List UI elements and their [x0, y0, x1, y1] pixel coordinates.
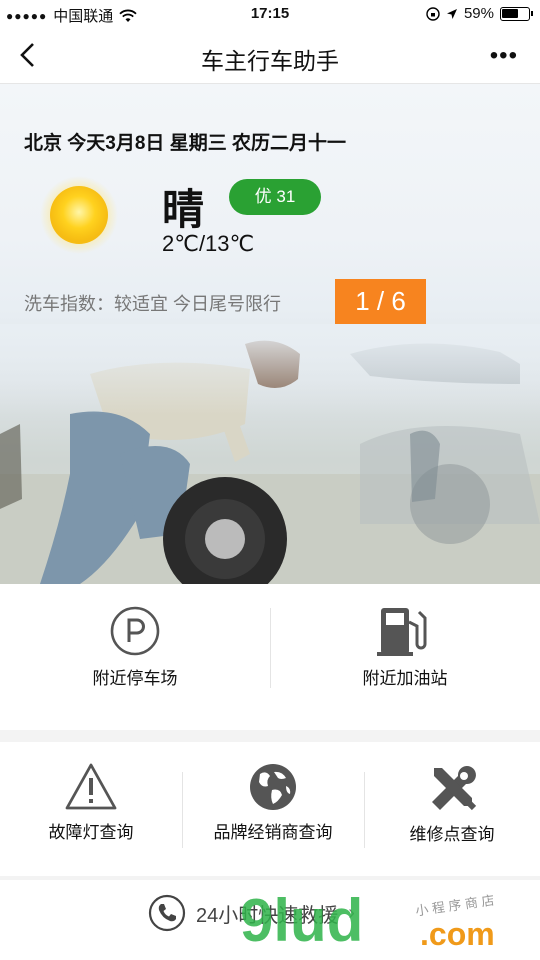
status-bar: ●●●●● 中国联通 17:15 59%	[0, 0, 540, 30]
phone-icon	[148, 894, 186, 932]
man-changing-tire-photo	[0, 324, 540, 584]
rotation-lock-icon	[426, 6, 440, 21]
system-indicators: 59%	[426, 5, 533, 22]
weather-banner: 北京 今天3月8日 星期三 农历二月十一 晴 优 31 2℃/13℃ 洗车指数：…	[0, 84, 540, 584]
weather-condition: 晴	[162, 186, 205, 233]
globe-icon	[250, 764, 296, 810]
repair-shop-lookup-button[interactable]: 维修点查询	[364, 762, 540, 845]
section-separator	[0, 730, 540, 742]
watermark-domain: .com	[420, 916, 495, 952]
page-title: 车主行车助手	[201, 48, 339, 74]
nearby-gas-station-button[interactable]: 附近加油站	[270, 604, 540, 689]
services-row-secondary: 故障灯查询 品牌经销商查询 维修点查询	[0, 742, 540, 876]
nearby-gas-station-label: 附近加油站	[362, 669, 448, 688]
fault-light-label: 故障灯查询	[48, 823, 134, 842]
battery-icon	[500, 6, 533, 21]
nearby-parking-label: 附近停车场	[92, 669, 178, 688]
navigation-bar: 车主行车助手 •••	[0, 30, 540, 84]
dealer-lookup-button[interactable]: 品牌经销商查询	[182, 762, 364, 843]
services-row-primary: 附近停车场 附近加油站	[0, 584, 540, 730]
date-line: 北京 今天3月8日 星期三 农历二月十一	[24, 133, 346, 154]
temperature-range: 2℃/13℃	[162, 231, 255, 256]
air-quality-badge: 优 31	[229, 179, 321, 215]
plate-restriction-badge: 1 / 6	[335, 279, 426, 324]
tools-icon	[432, 766, 477, 811]
repair-shop-label: 维修点查询	[409, 825, 495, 844]
more-menu-button[interactable]: •••	[490, 42, 518, 70]
location-arrow-icon	[446, 8, 457, 19]
dealer-lookup-label: 品牌经销商查询	[213, 823, 333, 842]
car-wash-index: 洗车指数：较适宜 今日尾号限行	[24, 294, 281, 314]
battery-percent: 59%	[463, 5, 494, 22]
gas-station-icon	[377, 608, 427, 656]
fault-light-lookup-button[interactable]: 故障灯查询	[0, 762, 182, 843]
sunny-icon	[40, 176, 118, 254]
parking-icon	[110, 606, 160, 656]
watermark-logo: 9lud	[240, 887, 364, 954]
nearby-parking-button[interactable]: 附近停车场	[0, 604, 270, 689]
warning-icon	[65, 763, 117, 810]
